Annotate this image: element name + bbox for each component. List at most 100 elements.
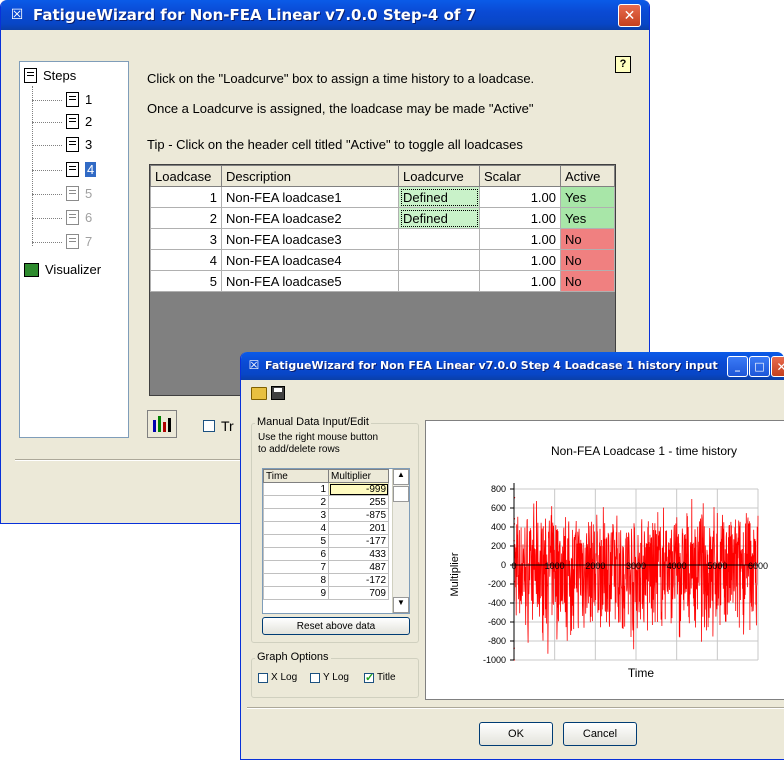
tree-step-2[interactable]: 2	[32, 114, 93, 129]
cell-time[interactable]: 7	[263, 560, 329, 574]
cell-multiplier[interactable]: -177	[328, 534, 389, 548]
tree-root-steps[interactable]: Steps	[24, 68, 76, 83]
table-row[interactable]: 9 709	[263, 586, 389, 600]
table-row[interactable]: 8 -172	[263, 573, 389, 587]
cell-loadcurve[interactable]: Defined	[398, 207, 480, 229]
document-icon	[66, 114, 79, 129]
header-scalar[interactable]: Scalar	[479, 165, 561, 187]
cell-time[interactable]: 3	[263, 508, 329, 522]
cell-loadcase: 1	[150, 186, 222, 208]
cell-active[interactable]: Yes	[560, 186, 615, 208]
cell-loadcurve[interactable]	[398, 228, 480, 250]
maximize-button[interactable]: □	[749, 356, 770, 377]
help-question-icon[interactable]: ?	[615, 56, 631, 73]
table-row[interactable]: 4 201	[263, 521, 389, 535]
multiplier-scrollbar[interactable]: ▲ ▼	[392, 469, 409, 613]
tree-step-5[interactable]: 5	[32, 186, 92, 201]
tree-step-6[interactable]: 6	[32, 210, 92, 225]
ylog-checkbox[interactable]	[310, 672, 320, 683]
cell-time[interactable]: 8	[263, 573, 329, 587]
cell-loadcurve[interactable]	[398, 249, 480, 271]
cell-scalar[interactable]: 1.00	[479, 270, 561, 292]
cell-multiplier[interactable]: -999	[328, 482, 389, 496]
cell-time[interactable]: 2	[263, 495, 329, 509]
table-row[interactable]: 1 Non-FEA loadcase1 Defined 1.00 Yes	[150, 186, 615, 208]
table-row[interactable]: 2 Non-FEA loadcase2 Defined 1.00 Yes	[150, 207, 615, 229]
dialog-titlebar[interactable]: ☒ FatigueWizard for Non FEA Linear v7.0.…	[241, 352, 784, 380]
table-row[interactable]: 5 Non-FEA loadcase5 1.00 No	[150, 270, 615, 292]
tree-step-3[interactable]: 3	[32, 137, 92, 152]
cell-multiplier[interactable]: 709	[328, 586, 389, 600]
dialog-separator	[247, 707, 784, 709]
title-checkbox[interactable]	[364, 671, 374, 684]
tree-step-label: 2	[85, 114, 93, 129]
tree-visualizer[interactable]: Visualizer	[24, 262, 101, 277]
cell-time[interactable]: 9	[263, 586, 329, 600]
header-time: Time	[263, 469, 329, 483]
cell-loadcase: 2	[150, 207, 222, 229]
table-row[interactable]: 6 433	[263, 547, 389, 561]
table-row[interactable]: 5 -177	[263, 534, 389, 548]
xlog-option[interactable]: X Log	[258, 672, 297, 683]
cell-active[interactable]: Yes	[560, 207, 615, 229]
scroll-thumb[interactable]	[393, 486, 409, 502]
y-tick-label: -800	[488, 636, 506, 646]
close-button[interactable]: ✕	[618, 4, 641, 27]
header-loadcurve[interactable]: Loadcurve	[398, 165, 480, 187]
table-row[interactable]: 4 Non-FEA loadcase4 1.00 No	[150, 249, 615, 271]
tree-step-7[interactable]: 7	[32, 234, 92, 249]
save-disk-icon[interactable]	[271, 386, 285, 400]
tree-step-1[interactable]: 1	[32, 92, 92, 107]
cell-active[interactable]: No	[560, 249, 615, 271]
minimize-button[interactable]: _	[727, 356, 748, 377]
cell-multiplier[interactable]: -875	[328, 508, 389, 522]
edit-document-icon	[66, 162, 79, 177]
table-row[interactable]: 1 -999	[263, 482, 389, 496]
table-row[interactable]: 7 487	[263, 560, 389, 574]
table-row[interactable]: 2 255	[263, 495, 389, 509]
cell-multiplier[interactable]: 255	[328, 495, 389, 509]
xlog-checkbox[interactable]	[258, 672, 268, 683]
ok-button[interactable]: OK	[479, 722, 553, 746]
cell-time[interactable]: 5	[263, 534, 329, 548]
cell-multiplier[interactable]: 201	[328, 521, 389, 535]
ylog-option[interactable]: Y Log	[310, 672, 349, 683]
cell-multiplier[interactable]: -172	[328, 573, 389, 587]
instruction-line-2: Once a Loadcurve is assigned, the loadca…	[147, 101, 534, 116]
cell-scalar[interactable]: 1.00	[479, 186, 561, 208]
tree-connector	[32, 86, 33, 246]
cell-time[interactable]: 4	[263, 521, 329, 535]
y-tick-label: -400	[488, 598, 506, 608]
cell-multiplier[interactable]: 487	[328, 560, 389, 574]
visualizer-icon	[24, 262, 39, 277]
cell-scalar[interactable]: 1.00	[479, 207, 561, 229]
dialog-close-button[interactable]: ✕	[771, 356, 784, 377]
title-option[interactable]: Title	[364, 671, 396, 684]
bottom-checkbox[interactable]: Tr	[203, 418, 234, 434]
cell-loadcurve[interactable]: Defined	[398, 186, 480, 208]
main-titlebar[interactable]: ☒ FatigueWizard for Non-FEA Linear v7.0.…	[1, 0, 649, 30]
reset-data-button[interactable]: Reset above data	[262, 617, 410, 635]
visualize-chart-button[interactable]	[147, 410, 177, 438]
cell-time[interactable]: 1	[263, 482, 329, 496]
scroll-up-arrow[interactable]: ▲	[393, 469, 409, 485]
document-icon	[66, 92, 79, 107]
cancel-button[interactable]: Cancel	[563, 722, 637, 746]
cell-time[interactable]: 6	[263, 547, 329, 561]
header-description[interactable]: Description	[221, 165, 399, 187]
tree-step-4[interactable]: 4	[32, 162, 97, 177]
cell-multiplier[interactable]: 433	[328, 547, 389, 561]
multiplier-grid: Time Multiplier 1 -999 2 255 3 -875 4 201 5 -177 6…	[262, 468, 410, 614]
cell-loadcurve[interactable]	[398, 270, 480, 292]
table-row[interactable]: 3 Non-FEA loadcase3 1.00 No	[150, 228, 615, 250]
table-row[interactable]: 3 -875	[263, 508, 389, 522]
open-folder-icon[interactable]	[251, 387, 267, 400]
cell-active[interactable]: No	[560, 228, 615, 250]
cell-scalar[interactable]: 1.00	[479, 228, 561, 250]
header-loadcase[interactable]: Loadcase	[150, 165, 222, 187]
bottom-checkbox-box[interactable]	[203, 420, 215, 432]
header-active[interactable]: Active	[560, 165, 615, 187]
cell-scalar[interactable]: 1.00	[479, 249, 561, 271]
scroll-down-arrow[interactable]: ▼	[393, 597, 409, 613]
cell-active[interactable]: No	[560, 270, 615, 292]
